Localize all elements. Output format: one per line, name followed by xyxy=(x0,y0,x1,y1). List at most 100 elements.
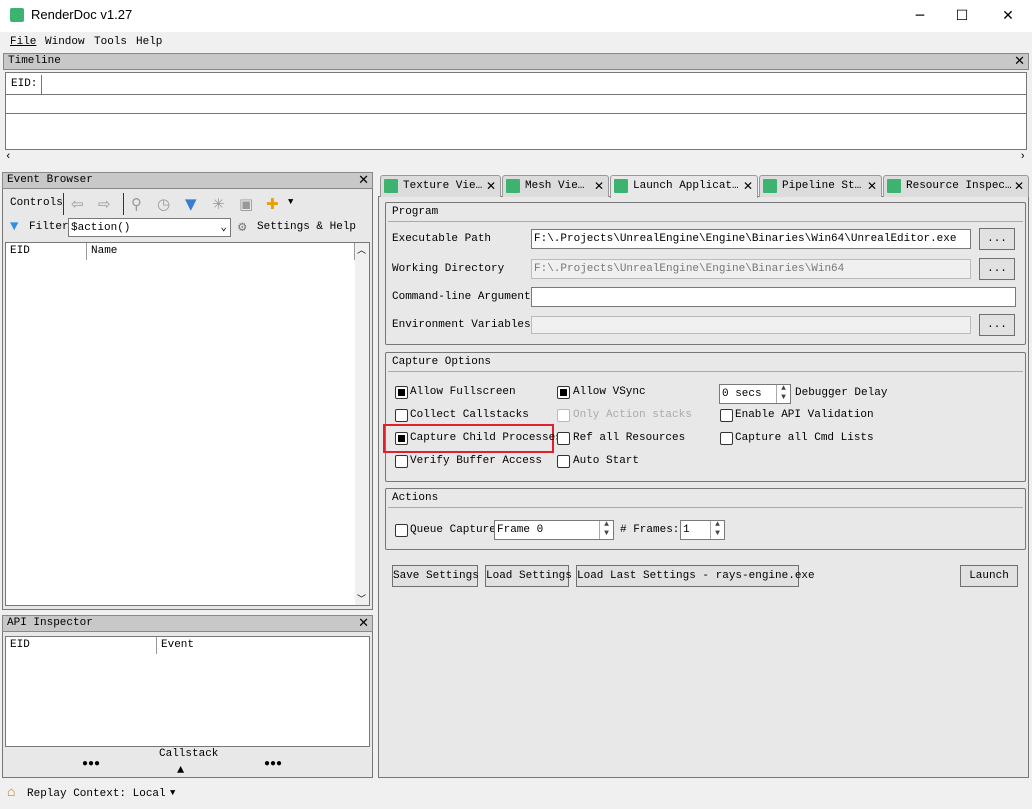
queue-capture-checkbox[interactable] xyxy=(395,524,408,537)
browse-exe-button[interactable]: ... xyxy=(979,228,1015,250)
event-list[interactable]: EID Name ︿ ﹀ xyxy=(5,242,370,606)
auto-start-label[interactable]: Auto Start xyxy=(573,455,639,467)
api-event-list[interactable]: EID Event xyxy=(5,636,370,747)
replay-context-label[interactable]: Replay Context: Local xyxy=(27,788,166,800)
executable-path-input[interactable]: F:\.Projects\UnrealEngine\Engine\Binarie… xyxy=(531,229,971,249)
close-icon[interactable]: ✕ xyxy=(1014,54,1025,69)
tab-mesh-viewer[interactable]: Mesh Vie… ✕ xyxy=(502,175,609,197)
dropdown-arrow-icon[interactable]: ▼ xyxy=(288,197,293,207)
close-icon[interactable]: ✕ xyxy=(486,176,496,196)
save-icon[interactable]: ▣ xyxy=(239,195,253,213)
filter-value: $action() xyxy=(71,222,131,234)
working-directory-input[interactable]: F:\.Projects\UnrealEngine\Engine\Binarie… xyxy=(531,259,971,279)
renderdoc-icon xyxy=(614,179,628,193)
allow-vsync-checkbox[interactable] xyxy=(557,386,570,399)
menu-tools[interactable]: Tools xyxy=(94,36,127,48)
tab-texture-viewer[interactable]: Texture Vie… ✕ xyxy=(380,175,501,197)
chevron-down-icon[interactable]: ⌄ xyxy=(220,219,227,236)
enable-api-validation-label[interactable]: Enable API Validation xyxy=(735,409,874,421)
collect-callstacks-checkbox[interactable] xyxy=(395,409,408,422)
capture-child-processes-checkbox[interactable] xyxy=(395,432,408,445)
column-name[interactable]: Name xyxy=(87,243,355,260)
browse-workdir-button[interactable]: ... xyxy=(979,258,1015,280)
close-button[interactable]: ✕ xyxy=(988,4,1028,28)
close-icon[interactable]: ✕ xyxy=(743,176,753,196)
allow-fullscreen-label[interactable]: Allow Fullscreen xyxy=(410,386,516,398)
load-last-settings-button[interactable]: Load Last Settings - rays-engine.exe xyxy=(576,565,815,587)
environment-variables-label: Environment Variables xyxy=(392,319,531,331)
auto-start-checkbox[interactable] xyxy=(557,455,570,468)
spin-arrows-icon[interactable]: ▲ ▼ xyxy=(776,385,790,403)
close-icon[interactable]: ✕ xyxy=(594,176,604,196)
save-settings-button[interactable]: Save Settings xyxy=(392,565,479,587)
timeline-area[interactable]: EID: xyxy=(5,72,1027,150)
capture-all-cmd-lists-checkbox[interactable] xyxy=(720,432,733,445)
tab-pipeline-state[interactable]: Pipeline St… ✕ xyxy=(759,175,882,197)
capture-options-title: Capture Options xyxy=(392,356,492,368)
column-eid[interactable]: EID xyxy=(6,243,87,260)
minimize-button[interactable]: ─ xyxy=(900,4,940,28)
renderdoc-icon xyxy=(506,179,520,193)
program-title: Program xyxy=(392,206,439,218)
capture-all-cmd-lists-label[interactable]: Capture all Cmd Lists xyxy=(735,432,874,444)
filter-input[interactable]: $action() ⌄ xyxy=(68,218,231,237)
collect-callstacks-label[interactable]: Collect Callstacks xyxy=(410,409,529,421)
only-action-stacks-checkbox xyxy=(557,409,570,422)
column-eid[interactable]: EID xyxy=(6,637,157,654)
debugger-delay-value: 0 secs xyxy=(722,388,762,400)
scroll-right-icon[interactable]: › xyxy=(1019,151,1026,163)
binoculars-icon[interactable]: ⚲ xyxy=(131,195,142,213)
gear-icon[interactable]: ⚙ xyxy=(238,219,246,236)
clock-icon[interactable]: ◷ xyxy=(157,195,170,213)
allow-fullscreen-checkbox[interactable] xyxy=(395,386,408,399)
close-icon[interactable]: ✕ xyxy=(867,176,877,196)
menu-help[interactable]: Help xyxy=(136,36,162,48)
tab-resource-inspector[interactable]: Resource Inspec… ✕ xyxy=(883,175,1029,197)
spin-arrows-icon[interactable]: ▲ ▼ xyxy=(599,521,613,539)
frames-spinbox[interactable]: 1 ▲ ▼ xyxy=(680,520,725,540)
maximize-button[interactable]: ☐ xyxy=(942,4,982,28)
verify-buffer-access-label[interactable]: Verify Buffer Access xyxy=(410,455,542,467)
enable-api-validation-checkbox[interactable] xyxy=(720,409,733,422)
verify-buffer-access-checkbox[interactable] xyxy=(395,455,408,468)
expand-up-icon[interactable]: ▲ xyxy=(177,763,184,777)
command-line-input[interactable] xyxy=(531,287,1016,307)
environment-variables-input[interactable] xyxy=(531,316,971,334)
scroll-up-icon[interactable]: ︿ xyxy=(357,243,366,256)
menu-window[interactable]: Window xyxy=(45,36,85,48)
queue-capture-label[interactable]: Queue Capture xyxy=(410,524,496,536)
timeline-scrollbar[interactable]: ‹ › xyxy=(3,151,1029,166)
tab-launch-application[interactable]: Launch Applicat… ✕ xyxy=(610,175,758,198)
vertical-scrollbar[interactable]: ︿ ﹀ xyxy=(355,243,369,605)
close-icon[interactable]: ✕ xyxy=(1014,176,1024,196)
settings-help-button[interactable]: Settings & Help xyxy=(257,221,356,233)
close-icon[interactable]: ✕ xyxy=(358,616,369,631)
debugger-delay-spinbox[interactable]: 0 secs ▲ ▼ xyxy=(719,384,791,404)
allow-vsync-label[interactable]: Allow VSync xyxy=(573,386,646,398)
event-browser-title: Event Browser xyxy=(7,174,93,186)
frame-spinbox[interactable]: Frame 0 ▲ ▼ xyxy=(494,520,614,540)
dropdown-arrow-icon[interactable]: ▼ xyxy=(170,788,175,798)
scroll-down-icon[interactable]: ﹀ xyxy=(357,592,366,605)
ref-all-resources-checkbox[interactable] xyxy=(557,432,570,445)
close-icon[interactable]: ✕ xyxy=(358,173,369,188)
scroll-left-icon[interactable]: ‹ xyxy=(5,151,12,163)
capture-child-processes-label[interactable]: Capture Child Processes xyxy=(410,432,562,444)
api-inspector-title: API Inspector xyxy=(7,617,93,629)
back-arrow-icon[interactable]: ⇦ xyxy=(71,195,84,213)
bookmark-icon[interactable]: ▼ xyxy=(185,195,197,213)
puzzle-icon[interactable]: ✚ xyxy=(266,195,279,213)
forward-arrow-icon[interactable]: ⇨ xyxy=(98,195,111,213)
filter-label: Filter xyxy=(29,221,69,233)
load-settings-button[interactable]: Load Settings xyxy=(485,565,572,587)
splitter-handle-right[interactable]: ●●● xyxy=(264,759,282,770)
edit-env-button[interactable]: ... xyxy=(979,314,1015,336)
menu-file[interactable]: File xyxy=(10,36,36,48)
splitter-handle-left[interactable]: ●●● xyxy=(82,759,100,770)
asterisk-icon[interactable]: ✳ xyxy=(212,195,225,213)
ref-all-resources-label[interactable]: Ref all Resources xyxy=(573,432,685,444)
timeline-title: Timeline xyxy=(8,55,61,67)
launch-button[interactable]: Launch xyxy=(960,565,1018,587)
column-event[interactable]: Event xyxy=(157,637,369,654)
spin-arrows-icon[interactable]: ▲ ▼ xyxy=(710,521,724,539)
